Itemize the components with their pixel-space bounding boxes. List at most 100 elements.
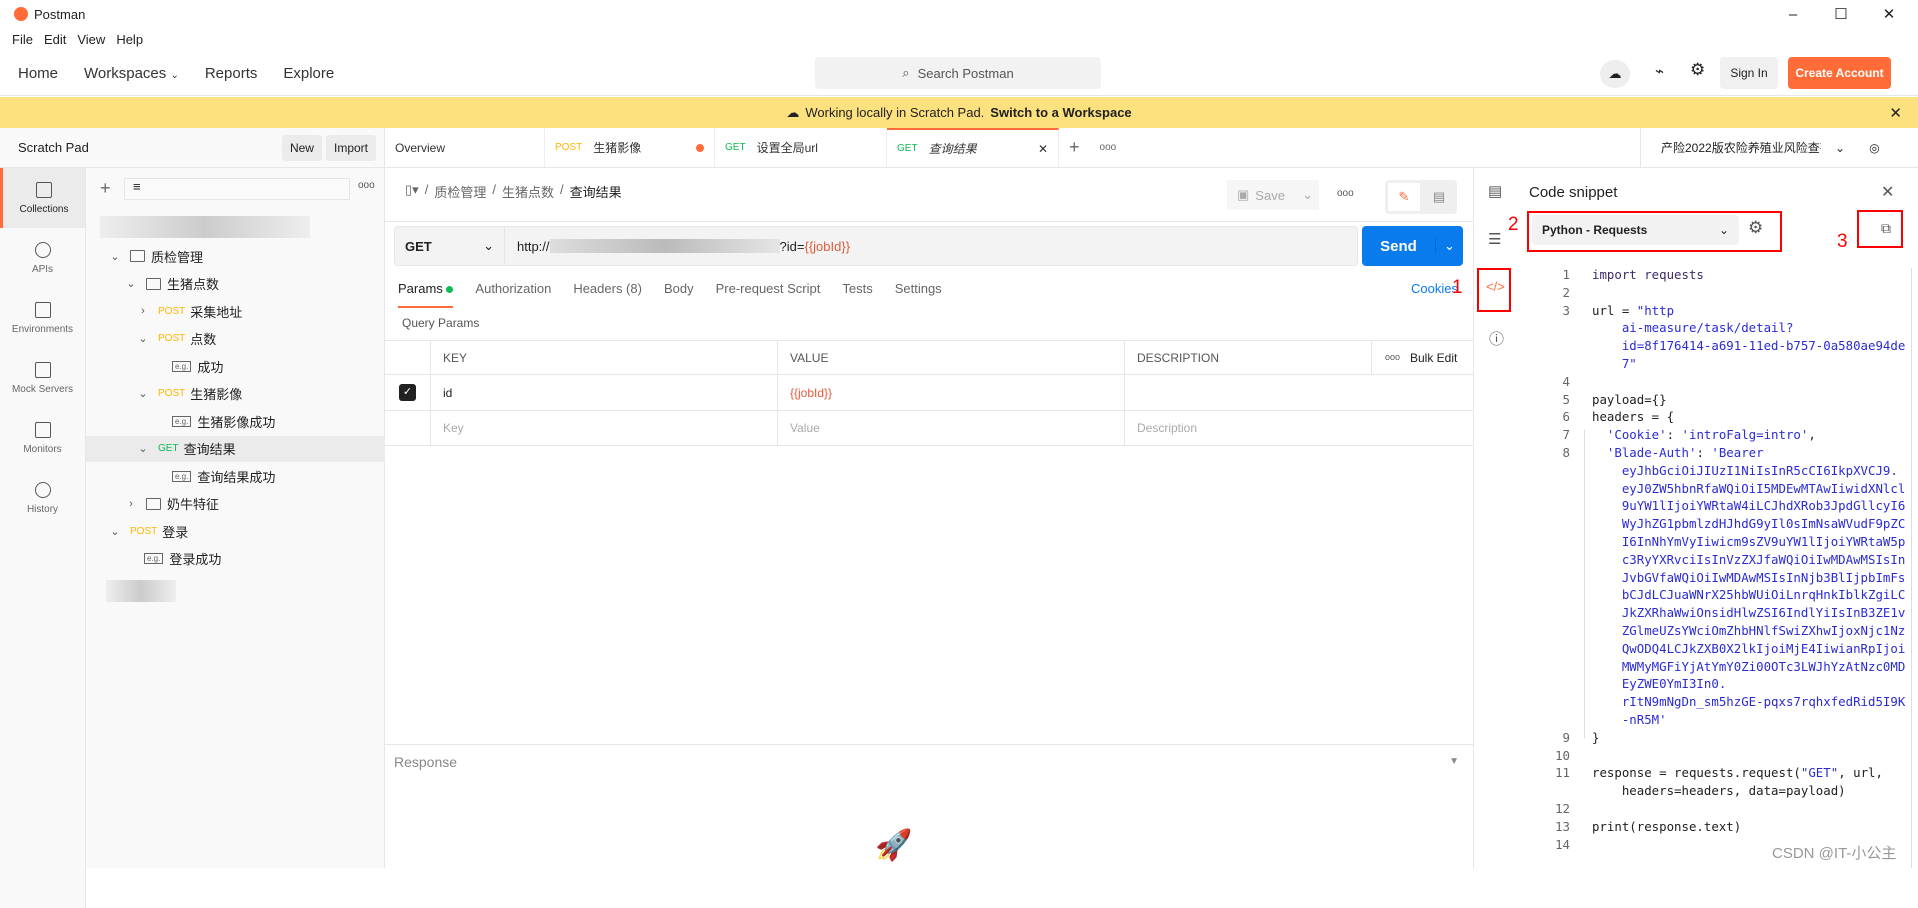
param-value[interactable]: {{jobId}} (778, 375, 1125, 410)
import-button[interactable]: Import (325, 134, 376, 161)
environments-icon (34, 301, 51, 318)
tree-item[interactable]: e.g. 成功 (86, 353, 385, 379)
filter-input[interactable]: ≡ (124, 178, 350, 200)
close-banner-icon[interactable]: ✕ (1889, 104, 1902, 122)
more-tabs-icon[interactable]: ooo (1090, 128, 1127, 167)
tree-item[interactable]: › 奶牛特征 (86, 491, 385, 517)
chevron-icon[interactable]: ⌄ (136, 442, 150, 455)
tab-post-image[interactable]: POST 生猪影像 (545, 128, 715, 167)
comments-icon[interactable]: ☰ (1488, 230, 1501, 248)
nav-home[interactable]: Home (18, 65, 58, 82)
tree-item-label: 登录成功 (169, 552, 222, 567)
tree-item[interactable]: ⌄ 质检管理 (86, 243, 385, 269)
minimize-button[interactable]: – (1770, 0, 1816, 28)
sidebar-item-monitors[interactable]: Monitors (0, 408, 85, 468)
tab-headers[interactable]: Headers (8) (573, 281, 642, 308)
satellite-icon[interactable]: ⌁ (1655, 62, 1664, 80)
scrollbar[interactable] (1911, 268, 1912, 868)
search-input[interactable]: ⌕ Search Postman (815, 57, 1101, 89)
breadcrumb-item[interactable]: 生猪点数 (502, 182, 554, 201)
documentation-icon[interactable]: ▤ (1425, 183, 1453, 211)
tree-item[interactable]: ⌄ POST 登录 (86, 518, 385, 544)
chevron-icon[interactable]: › (136, 305, 150, 317)
switch-workspace-link[interactable]: Switch to a Workspace (990, 105, 1131, 120)
tree-item[interactable]: ⌄ 生猪点数 (86, 271, 385, 297)
response-bar[interactable]: Response ▼ (385, 744, 1473, 778)
tab-overview[interactable]: Overview (385, 128, 545, 167)
line-number: 5 (1562, 391, 1570, 407)
tree-item[interactable]: › POST 采集地址 (86, 298, 385, 324)
tab-pre-request-script[interactable]: Pre-request Script (716, 281, 821, 308)
tab-authorization[interactable]: Authorization (475, 281, 551, 308)
new-tab-icon[interactable]: + (1059, 128, 1090, 167)
tree-item[interactable]: e.g. 查询结果成功 (86, 463, 385, 489)
description-placeholder[interactable]: Description (1125, 411, 1473, 445)
url-input[interactable]: http:// ?id= {{jobId}} (505, 239, 850, 254)
environment-selector[interactable]: 产险2022版农险养殖业风险查勘系 ⌄ ◎ (1640, 128, 1918, 168)
code-token: ai-measure/task/detail? (1592, 320, 1794, 336)
breadcrumb-item[interactable]: 质检管理 (434, 182, 486, 201)
cookies-link[interactable]: Cookies (1411, 281, 1458, 296)
sidebar-item-mock-servers[interactable]: Mock Servers (0, 348, 85, 408)
chevron-icon[interactable]: ⌄ (108, 250, 122, 263)
more-options-icon[interactable]: ooo (358, 180, 375, 191)
menu-help[interactable]: Help (116, 32, 143, 47)
chevron-down-icon[interactable]: ⌄ (1435, 238, 1463, 254)
param-key[interactable]: id (431, 375, 778, 410)
tab-settings[interactable]: Settings (895, 281, 942, 308)
tab-tests[interactable]: Tests (842, 281, 872, 308)
tree-item[interactable]: ⌄ POST 点数 (86, 326, 385, 352)
sidebar-item-collections[interactable]: Collections (0, 168, 85, 228)
sidebar-item-apis[interactable]: APIs (0, 228, 85, 288)
tree-item[interactable]: ⌄ GET 查询结果 (86, 435, 385, 462)
documentation-icon[interactable]: ▤ (1488, 182, 1502, 200)
key-placeholder[interactable]: Key (431, 411, 778, 445)
nav-explore[interactable]: Explore (283, 65, 334, 82)
gear-icon[interactable]: ⚙ (1690, 60, 1705, 80)
save-button[interactable]: ▣ Save ⌄ (1227, 180, 1319, 210)
chevron-icon[interactable]: ⌄ (136, 332, 150, 345)
sidebar-item-environments[interactable]: Environments (0, 288, 85, 348)
sign-in-button[interactable]: Sign In (1720, 57, 1778, 89)
nav-reports[interactable]: Reports (205, 65, 258, 82)
param-description[interactable] (1125, 375, 1473, 410)
bulk-edit-button[interactable]: Bulk Edit (1410, 351, 1457, 365)
maximize-button[interactable]: ☐ (1818, 0, 1864, 28)
new-button[interactable]: New (281, 134, 322, 161)
cloud-off-icon[interactable]: ☁ (1600, 60, 1630, 88)
more-options-icon[interactable]: ooo (1385, 352, 1400, 362)
tree-item-label: 采集地址 (190, 304, 243, 320)
close-tab-icon[interactable]: ✕ (1038, 142, 1048, 156)
method-select[interactable]: GET ⌄ (395, 227, 505, 265)
chevron-icon[interactable]: ⌄ (124, 277, 138, 290)
tab-body[interactable]: Body (664, 281, 694, 308)
tree-item[interactable]: e.g. 登录成功 (86, 546, 385, 572)
chevron-icon[interactable]: ⌄ (136, 387, 150, 400)
add-collection-icon[interactable]: + (100, 178, 111, 199)
info-icon[interactable]: ⓘ (1489, 328, 1504, 349)
more-options-icon[interactable]: ooo (1337, 188, 1354, 199)
menu-view[interactable]: View (77, 32, 105, 47)
tab-get-global-url[interactable]: GET 设置全局url (715, 128, 887, 167)
tab-get-query-result[interactable]: GET 查询结果 ✕ (887, 128, 1059, 167)
sidebar-item-history[interactable]: History (0, 468, 85, 528)
tree-item[interactable]: e.g. 生猪影像成功 (86, 408, 385, 434)
close-panel-icon[interactable]: ✕ (1881, 182, 1894, 202)
url-prefix: http:// (517, 238, 550, 254)
tab-params[interactable]: Params (398, 281, 454, 308)
chevron-icon[interactable]: › (124, 498, 138, 510)
row-checkbox[interactable]: ✓ (399, 384, 416, 401)
collapse-icon[interactable]: ▼ (1449, 756, 1459, 767)
value-placeholder[interactable]: Value (778, 411, 1125, 445)
send-button[interactable]: Send ⌄ (1362, 226, 1463, 266)
tree-item[interactable]: ⌄ POST 生猪影像 (86, 381, 385, 407)
edit-pencil-icon[interactable]: ✎ (1388, 183, 1420, 211)
close-window-button[interactable]: ✕ (1866, 0, 1912, 28)
menu-file[interactable]: File (12, 32, 33, 47)
chevron-icon[interactable]: ⌄ (108, 525, 122, 538)
create-account-button[interactable]: Create Account (1788, 57, 1891, 89)
line-number (1530, 337, 1570, 355)
eye-icon[interactable]: ◎ (1869, 141, 1879, 155)
menu-edit[interactable]: Edit (44, 32, 66, 47)
nav-workspaces[interactable]: Workspaces ⌄ (84, 65, 179, 82)
